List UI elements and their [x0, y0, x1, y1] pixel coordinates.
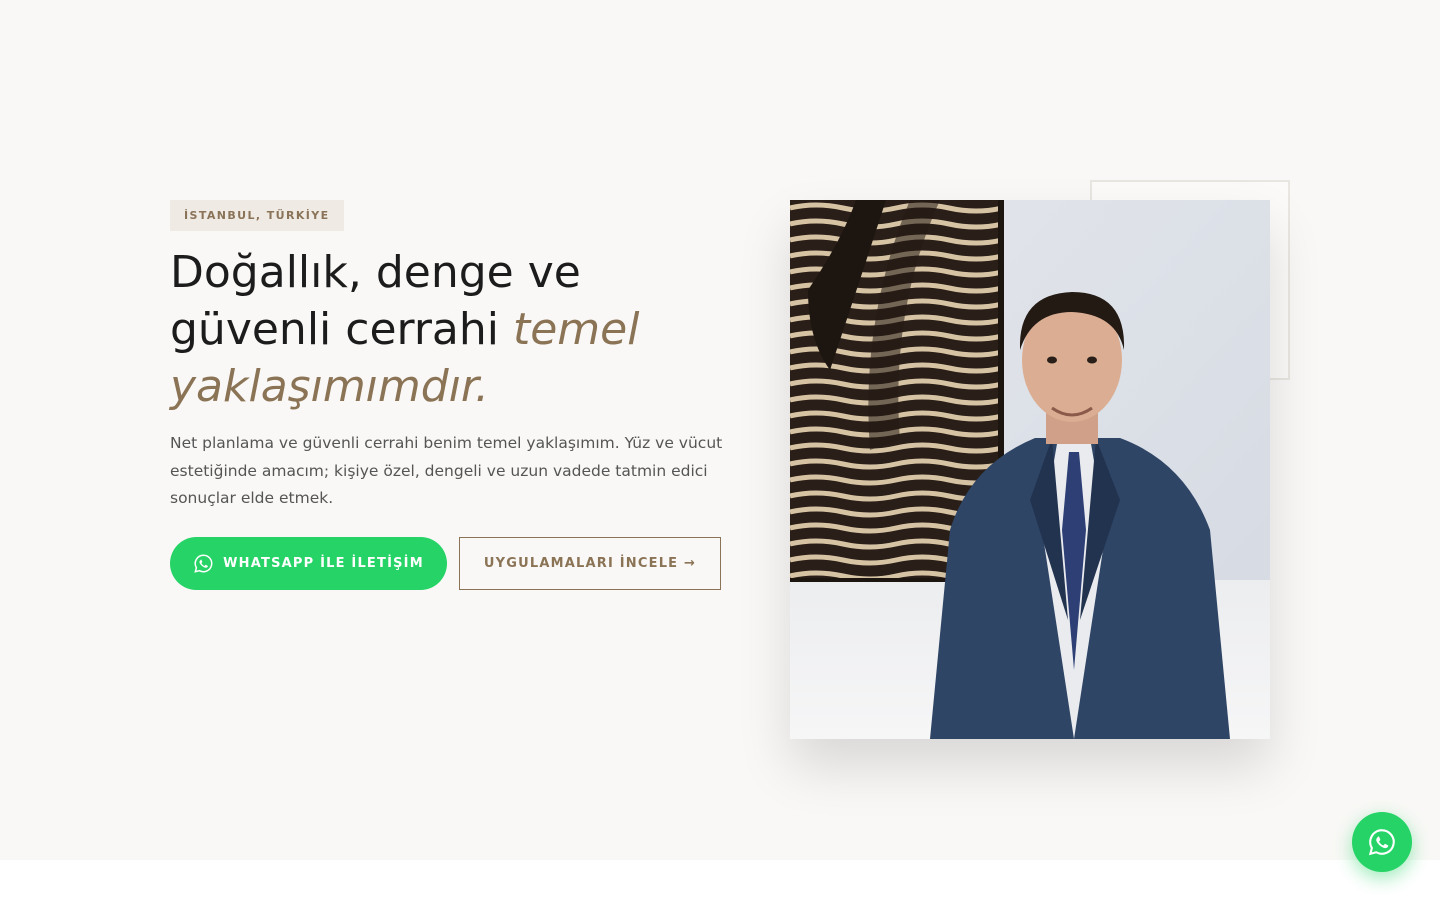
whatsapp-contact-label: WHATSAPP İLE İLETİŞİM: [223, 556, 424, 571]
floating-whatsapp-button[interactable]: [1352, 812, 1412, 872]
whatsapp-icon: [1367, 827, 1397, 857]
hero-section: İSTANBUL, TÜRKİYE Doğallık, denge ve güv…: [0, 0, 1440, 860]
explore-treatments-button[interactable]: UYGULAMALARI İNCELE →: [459, 537, 721, 590]
hero-lead-text: Net planlama ve güvenli cerrahi benim te…: [170, 434, 723, 507]
whatsapp-icon: [193, 553, 214, 574]
doctor-portrait-image: [790, 200, 1270, 739]
location-badge: İSTANBUL, TÜRKİYE: [170, 200, 344, 231]
whatsapp-contact-button[interactable]: WHATSAPP İLE İLETİŞİM: [170, 537, 447, 590]
hero-headline: Doğallık, denge ve güvenli cerrahi temel…: [170, 244, 730, 415]
